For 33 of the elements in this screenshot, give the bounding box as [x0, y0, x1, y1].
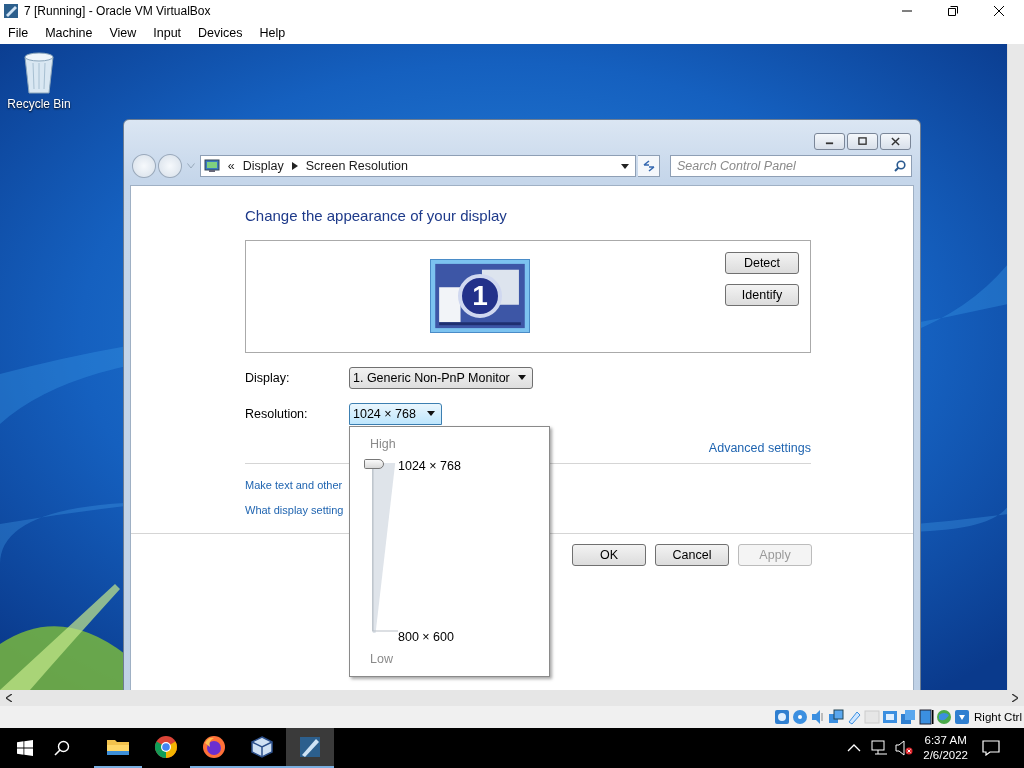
menu-item[interactable]: File [8, 26, 29, 40]
menu-item[interactable]: Devices [198, 26, 243, 40]
dialog-button[interactable]: OK [572, 544, 646, 566]
slider-label: Low [370, 651, 394, 666]
dropdown[interactable]: 1024 × 768 [349, 402, 442, 425]
window-title: 7 [Running] - Oracle VM VirtualBox [24, 4, 212, 18]
menu-item[interactable]: Help [259, 26, 286, 40]
field-label: Resolution: [245, 406, 309, 421]
menu-item[interactable]: View [109, 26, 137, 40]
help-link[interactable]: Make text and other [245, 478, 343, 491]
dropdown[interactable]: 1. Generic Non-PnP Monitor [349, 366, 533, 389]
breadcrumb-overflow[interactable]: « [227, 159, 235, 173]
clock-date[interactable]: 2/6/2022 [923, 748, 968, 763]
panel-button[interactable]: Detect [725, 252, 799, 274]
search-field[interactable]: Search Control Panel [670, 155, 912, 177]
address-bar[interactable]: « Display Screen Resolution [199, 155, 637, 177]
help-link[interactable]: What display setting [245, 503, 344, 516]
monitor-thumbnail[interactable]: 1 [430, 259, 530, 333]
desktop-icon-label[interactable]: Recycle Bin [7, 97, 71, 111]
host-key-label: Right Ctrl [974, 711, 1022, 723]
resolution-option[interactable]: 1024 × 768 [398, 458, 461, 473]
slider-label: High [370, 436, 397, 451]
breadcrumb[interactable]: Display [242, 159, 284, 173]
menu-item[interactable]: Input [153, 26, 182, 40]
breadcrumb[interactable]: Screen Resolution [305, 159, 408, 173]
advanced-settings-link[interactable]: Advanced settings [708, 441, 811, 455]
panel-button[interactable]: Identify [725, 284, 799, 306]
field-label: Display: [245, 370, 291, 385]
menu-item[interactable]: Machine [45, 26, 93, 40]
clock-time[interactable]: 6:37 AM [924, 733, 967, 748]
page-heading: Change the appearance of your display [245, 207, 508, 226]
resolution-option[interactable]: 800 × 600 [398, 629, 461, 644]
dialog-button[interactable]: Cancel [655, 544, 729, 566]
